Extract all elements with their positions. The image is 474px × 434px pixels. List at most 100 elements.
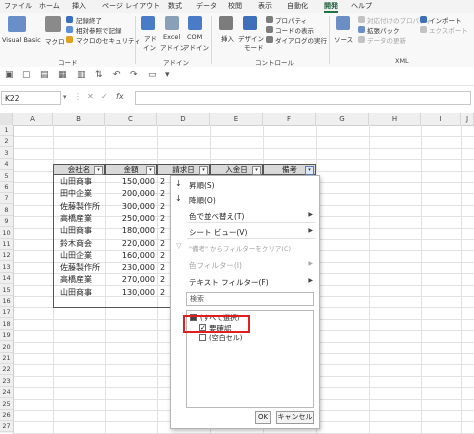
save-icon[interactable]: ▣ [5,70,14,80]
row-header[interactable]: 5 [0,171,13,182]
row-header[interactable]: 17 [0,307,13,319]
import-button[interactable]: インポート [429,15,462,25]
relative-ref-button[interactable]: 相対参照で記録 [76,25,122,35]
cell-amount[interactable]: 220,000 [105,238,155,250]
tab-insert[interactable]: 挿入 [72,1,86,11]
cell-amount[interactable]: 250,000 [105,213,155,225]
cell-company[interactable]: 山田商事 [60,225,92,237]
tab-automate[interactable]: 自動化 [287,1,308,11]
filter-dropdown-icon[interactable]: ▾ [252,166,261,175]
row-header[interactable]: 8 [0,205,13,216]
row-header[interactable]: 23 [0,376,13,387]
row-header[interactable]: 13 [0,262,13,273]
row-header[interactable]: 6 [0,182,13,193]
cell-amount[interactable]: 150,000 [105,176,155,188]
expansion-pack-button[interactable]: 拡張パック [367,25,400,35]
formula-input[interactable] [135,91,471,105]
filter-dropdown-icon[interactable]: ▾ [305,166,314,175]
enter-icon[interactable]: ✓ [101,92,108,101]
cell-amount[interactable]: 230,000 [105,262,155,274]
row-header[interactable]: 27 [0,421,13,433]
ok-button[interactable]: OK [255,411,271,424]
chart-icon[interactable]: ▤ [40,70,49,80]
column-header[interactable]: I [421,113,461,125]
source-button[interactable]: ソース [334,34,353,44]
cell-company[interactable]: 山田企業 [60,250,92,262]
redo-icon[interactable]: ↷ [130,70,138,80]
design-mode-label-2[interactable]: モード [244,42,264,52]
cell-amount[interactable]: 300,000 [105,201,155,213]
run-dialog-button[interactable]: ダイアログの実行 [275,35,327,45]
macro-security-button[interactable]: マクロのセキュリティ [76,35,141,45]
row-header[interactable]: 11 [0,239,13,250]
tab-help[interactable]: ヘルプ [351,1,372,11]
header-cell-company[interactable]: 会社名 ▾ [53,164,105,175]
cell-company[interactable]: 鈴木商会 [60,238,92,250]
menu-item-sheet-view[interactable]: シート ビュー(V) [189,227,247,238]
row-header[interactable]: 7 [0,193,13,205]
column-header[interactable]: B [53,113,105,125]
row-header[interactable]: 4 [0,159,13,171]
tab-data[interactable]: データ [196,1,217,11]
cell-billing-date[interactable]: 2 [160,176,165,188]
row-header[interactable]: 9 [0,216,13,228]
cell-billing-date[interactable]: 2 [160,287,165,299]
sort-icon[interactable]: ⇅ [95,70,103,80]
cell-billing-date[interactable]: 2 [160,274,165,286]
column-header[interactable]: A [13,113,53,125]
macro-button[interactable]: マクロ [45,36,65,46]
header-cell-payment-date[interactable]: 入金日 ▾ [210,164,263,175]
row-header[interactable]: 22 [0,364,13,376]
menu-item-sort-ascending[interactable]: 昇順(S) [189,180,215,191]
column-header[interactable]: H [369,113,421,125]
menu-item-color-filter[interactable]: 色フィルター(I) [189,260,242,271]
row-header[interactable]: 20 [0,342,13,353]
column-header[interactable]: E [210,113,263,125]
cell-amount[interactable]: 200,000 [105,188,155,200]
tab-home[interactable]: ホーム [39,1,60,11]
cell-amount[interactable]: 180,000 [105,225,155,237]
visual-basic-icon[interactable] [8,16,26,32]
tab-view[interactable]: 表示 [258,1,272,11]
checkbox-blank-cells[interactable] [199,334,206,341]
row-header[interactable]: 18 [0,319,13,330]
menu-item-text-filter[interactable]: テキスト フィルター(F) [189,277,269,288]
name-box-dropdown-icon[interactable]: ▾ [63,93,67,101]
row-header[interactable]: 24 [0,387,13,399]
design-mode-icon[interactable] [243,16,257,30]
filter-dropdown-icon[interactable]: ▾ [199,166,208,175]
menu-item-sort-descending[interactable]: 降順(O) [189,195,216,206]
print-preview-icon[interactable]: ▦ [58,70,67,80]
new-file-icon[interactable]: ▢ [22,70,31,80]
cell-company[interactable]: 山田商事 [60,287,92,299]
table-icon[interactable]: ▥ [77,70,86,80]
row-header[interactable]: 21 [0,353,13,364]
tab-review[interactable]: 校閲 [228,1,242,11]
insert-function-icon[interactable]: fx [116,92,124,101]
select-all-corner[interactable] [0,113,13,125]
column-header[interactable]: F [263,113,316,125]
cell-billing-date[interactable]: 2 [160,201,165,213]
source-icon[interactable] [336,16,350,30]
tab-formulas[interactable]: 数式 [168,1,182,11]
row-header[interactable]: 16 [0,296,13,307]
cell-billing-date[interactable]: 2 [160,188,165,200]
row-header[interactable]: 14 [0,273,13,285]
cell-amount[interactable]: 270,000 [105,274,155,286]
properties-button[interactable]: プロパティ [275,15,307,25]
tab-file[interactable]: ファイル [4,1,32,11]
cell-company[interactable]: 山田商事 [60,176,92,188]
refresh-data-button[interactable]: データの更新 [367,35,406,45]
view-code-button[interactable]: コードの表示 [275,25,314,35]
cell-billing-date[interactable]: 2 [160,250,165,262]
cell-amount[interactable]: 130,000 [105,287,155,299]
header-cell-remarks[interactable]: 備考 ▾ [263,164,316,175]
com-addins-label-1[interactable]: COM [187,33,202,41]
row-header[interactable]: 10 [0,228,13,239]
header-cell-amount[interactable]: 金額 ▾ [105,164,157,175]
row-header[interactable]: 15 [0,285,13,296]
filter-dropdown-icon[interactable]: ▾ [146,166,155,175]
macro-icon[interactable] [45,16,61,32]
excel-addins-label-1[interactable]: Excel [163,33,180,41]
column-header[interactable]: D [157,113,210,125]
